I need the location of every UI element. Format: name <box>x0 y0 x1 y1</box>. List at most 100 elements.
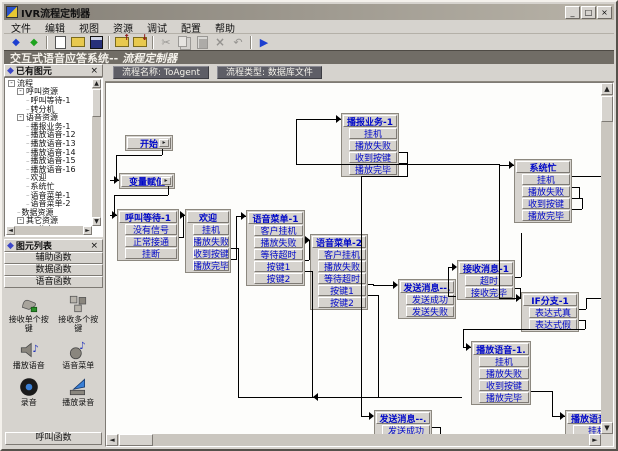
node-output[interactable]: 等待超时 <box>318 273 366 284</box>
node-output[interactable]: 播放失败 <box>254 237 303 248</box>
palette-item-4[interactable]: 录音 <box>4 376 54 407</box>
node-output[interactable]: 客户挂机 <box>254 225 303 236</box>
node-title[interactable]: 语音菜单-1 <box>248 212 303 224</box>
export-flow-icon[interactable] <box>132 35 148 49</box>
scroll-down-icon[interactable]: ▼ <box>92 217 101 226</box>
category-button-0[interactable]: 辅助函数 <box>4 252 103 264</box>
tree-expand-icon[interactable]: - <box>17 88 24 95</box>
node-output[interactable]: 挂机 <box>349 128 397 139</box>
tree-item-10[interactable]: –播放语音-16 <box>6 165 92 174</box>
category-button-2[interactable]: 语音函数 <box>4 276 103 288</box>
tree-vertical-scrollbar[interactable]: ▲ ▼ <box>92 79 101 226</box>
scroll-thumb[interactable] <box>92 89 101 117</box>
node-title[interactable]: 播放语音-1 <box>567 412 601 424</box>
node-output[interactable]: 播放失败 <box>318 261 366 272</box>
palette-item-1[interactable]: 接收多个按键 <box>54 293 104 333</box>
node-output[interactable]: 播放失败 <box>193 236 229 247</box>
flow-node-5[interactable]: 语音菜单-2客户挂机播放失败等待超时按键1按键2 <box>310 234 368 310</box>
flow-node-3[interactable]: 欢迎挂机播放失败收到按键播放完毕 <box>185 209 231 273</box>
node-output[interactable]: 按键1 <box>254 261 303 272</box>
palette-panel-close-icon[interactable]: × <box>88 241 100 251</box>
run-icon[interactable] <box>256 35 272 49</box>
flow-canvas[interactable]: 开始▸ 变量赋值▸ 呼叫等待-1没有信号正常接通挂断欢迎挂机播放失败收到按键播放完毕… <box>105 82 614 447</box>
new-file-icon[interactable] <box>52 35 68 49</box>
node-output[interactable]: 客户挂机 <box>318 249 366 260</box>
play-record-icon[interactable] <box>67 376 89 398</box>
receive-single-key-icon[interactable] <box>18 293 40 315</box>
flow-node-2[interactable]: 呼叫等待-1没有信号正常接通挂断 <box>117 209 179 261</box>
flow-node-9[interactable]: 接收消息-1超时接收完毕 <box>457 260 515 300</box>
receive-multi-key-icon[interactable] <box>67 293 89 315</box>
node-output[interactable]: 等待超时 <box>254 249 303 260</box>
menu-item-6[interactable]: 帮助 <box>208 20 242 35</box>
node-title[interactable]: IF分支-1 <box>523 294 577 306</box>
node-output[interactable]: 发送成功 <box>406 294 454 305</box>
node-output[interactable]: 发送失败 <box>406 306 454 317</box>
node-output[interactable]: 按键2 <box>318 297 366 308</box>
flow-node-13[interactable]: 播放语音-1挂机播放失败 <box>565 410 601 434</box>
canvas-horizontal-scrollbar[interactable]: ◄ ► <box>106 434 601 446</box>
scroll-up-icon[interactable]: ▲ <box>92 79 101 88</box>
node-output[interactable]: 挂机 <box>479 356 529 367</box>
node-title[interactable]: 语音菜单-2 <box>312 236 366 248</box>
import-flow-icon[interactable] <box>114 35 130 49</box>
node-title[interactable]: 接收消息-1 <box>459 262 513 274</box>
menu-item-0[interactable]: 文件 <box>4 20 38 35</box>
node-output[interactable]: 按键2 <box>254 273 303 284</box>
scroll-down-icon[interactable]: ▼ <box>601 422 613 434</box>
record-icon[interactable] <box>18 376 40 398</box>
scroll-up-icon[interactable]: ▲ <box>601 83 613 95</box>
flow-node-12[interactable]: 发送消息--.发送成功发送失败 <box>374 410 432 434</box>
node-link-button[interactable]: ▸ <box>159 139 169 147</box>
node-title[interactable]: 变量赋值▸ <box>121 175 173 187</box>
node-title[interactable]: 发送消息--. <box>376 412 430 424</box>
flow-node-0[interactable]: 开始▸ <box>125 135 173 151</box>
voice-menu-icon[interactable]: ♪ <box>67 339 89 361</box>
open-file-icon[interactable] <box>70 35 86 49</box>
back-diamond-icon[interactable] <box>8 35 24 49</box>
flow-node-7[interactable]: 系统忙挂机播放失败收到按键播放完毕 <box>514 159 572 223</box>
node-output[interactable]: 发送成功 <box>382 425 430 434</box>
node-title[interactable]: 欢迎 <box>187 211 229 223</box>
flow-node-10[interactable]: IF分支-1表达式真表达式假 <box>521 292 579 332</box>
flow-node-4[interactable]: 语音菜单-1客户挂机播放失败等待超时按键1按键2 <box>246 210 305 286</box>
node-link-button[interactable]: ▸ <box>161 177 171 185</box>
minimize-button[interactable]: _ <box>565 6 580 19</box>
palette-item-0[interactable]: 接收单个按键 <box>4 293 54 333</box>
node-output[interactable]: 收到按键 <box>193 248 229 259</box>
node-output[interactable]: 按键1 <box>318 285 366 296</box>
category-button-1[interactable]: 数据函数 <box>4 264 103 276</box>
scroll-thumb[interactable] <box>119 434 153 446</box>
node-output[interactable]: 收到按键 <box>522 198 570 209</box>
node-title[interactable]: 播放语音-1. <box>473 343 529 355</box>
palette-item-3[interactable]: ♪语音菜单 <box>54 339 104 370</box>
node-output[interactable]: 收到按键 <box>479 380 529 391</box>
node-output[interactable]: 收到按键 <box>349 152 397 163</box>
tree-expand-icon[interactable]: - <box>8 80 15 87</box>
palette-item-5[interactable]: 播放录音 <box>54 376 104 407</box>
play-voice-icon[interactable]: ♪ <box>18 339 40 361</box>
call-functions-button[interactable]: 呼叫函数 <box>5 432 102 445</box>
node-output[interactable]: 正常接通 <box>125 236 177 247</box>
menu-item-2[interactable]: 视图 <box>72 20 106 35</box>
tree-horizontal-scrollbar[interactable]: ◄ ► <box>6 226 92 235</box>
node-title[interactable]: 播报业务-1 <box>343 115 397 127</box>
canvas-vertical-scrollbar[interactable]: ▲ ▼ <box>601 83 613 434</box>
node-output[interactable]: 挂机 <box>573 425 601 434</box>
menu-item-5[interactable]: 配置 <box>174 20 208 35</box>
scroll-right-icon[interactable]: ► <box>589 434 601 446</box>
node-output[interactable]: 播放失败 <box>522 186 570 197</box>
node-output[interactable]: 超时 <box>465 275 513 286</box>
node-title[interactable]: 开始▸ <box>127 137 171 149</box>
node-output[interactable]: 接收完毕 <box>465 287 513 298</box>
title-bar[interactable]: IVR流程定制器 _ □ × <box>4 4 614 20</box>
scroll-left-icon[interactable]: ◄ <box>106 434 118 446</box>
tree-expand-icon[interactable]: - <box>17 114 24 121</box>
menu-item-1[interactable]: 编辑 <box>38 20 72 35</box>
node-output[interactable]: 挂机 <box>522 174 570 185</box>
flow-node-6[interactable]: 播报业务-1挂机播放失败收到按键播放完毕 <box>341 113 399 177</box>
close-button[interactable]: × <box>597 6 612 19</box>
node-title[interactable]: 系统忙 <box>516 161 570 173</box>
node-title[interactable]: 呼叫等待-1 <box>119 211 177 223</box>
scroll-thumb[interactable] <box>601 96 613 122</box>
